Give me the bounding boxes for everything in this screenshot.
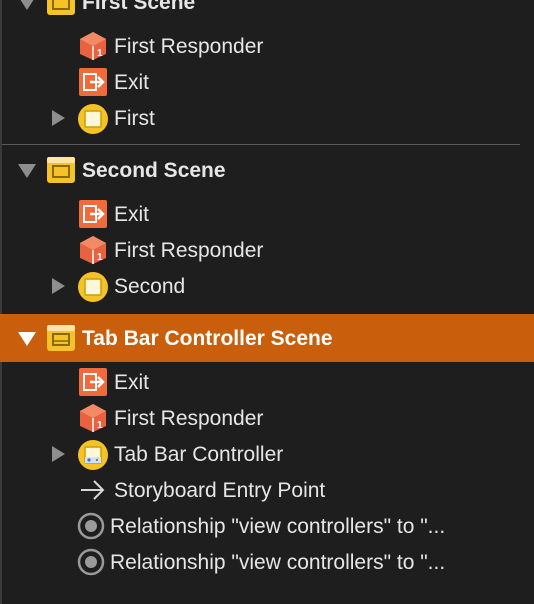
scene-row-second[interactable]: Second Scene — [0, 152, 534, 188]
view-controller-icon — [77, 271, 108, 302]
item-label: First Responder — [114, 238, 264, 262]
disclosure-collapsed-icon[interactable] — [52, 446, 65, 462]
outline-item-storyboard-entry-point[interactable]: Storyboard Entry Point — [0, 472, 534, 508]
outline-item-first-responder[interactable]: 1 First Responder — [0, 232, 534, 268]
svg-text:1: 1 — [97, 48, 103, 59]
disclosure-collapsed-icon[interactable] — [52, 110, 65, 126]
disclosure-expanded-icon[interactable] — [18, 332, 36, 346]
arrow-right-icon — [78, 475, 108, 505]
scene-title: First Scene — [82, 0, 196, 14]
outline-item-relationship-segue[interactable]: Relationship "view controllers" to "... — [0, 544, 534, 580]
outline-item-view-controller[interactable]: Second — [0, 268, 534, 304]
item-label: First Responder — [114, 34, 264, 58]
item-label: Storyboard Entry Point — [114, 478, 326, 502]
outline-item-relationship-segue[interactable]: Relationship "view controllers" to "... — [0, 508, 534, 544]
exit-icon — [78, 67, 108, 97]
document-outline: First Scene 1 First Responder Exit First… — [0, 0, 534, 604]
disclosure-expanded-icon[interactable] — [18, 0, 36, 10]
scene-title: Tab Bar Controller Scene — [82, 326, 333, 350]
first-responder-icon: 1 — [78, 31, 108, 61]
disclosure-collapsed-icon[interactable] — [52, 278, 65, 294]
first-responder-icon: 1 — [78, 403, 108, 433]
item-label: Second — [114, 274, 186, 298]
item-label: Exit — [114, 70, 150, 94]
outline-item-first-responder[interactable]: 1 First Responder — [0, 28, 534, 64]
scene-icon — [46, 323, 76, 353]
outline-item-exit[interactable]: Exit — [0, 196, 534, 232]
item-label: Tab Bar Controller — [114, 442, 284, 466]
scene-icon — [46, 155, 76, 185]
scene-row-first[interactable]: First Scene — [0, 0, 534, 20]
tab-bar-controller-icon — [77, 439, 108, 470]
disclosure-expanded-icon[interactable] — [18, 164, 36, 178]
scene-title: Second Scene — [82, 158, 226, 182]
svg-text:1: 1 — [97, 420, 103, 431]
item-label: Relationship "view controllers" to "... — [110, 550, 446, 574]
outline-item-first-responder[interactable]: 1 First Responder — [0, 400, 534, 436]
outline-item-exit[interactable]: Exit — [0, 364, 534, 400]
scene-icon — [46, 0, 76, 17]
outline-item-tab-bar-controller[interactable]: Tab Bar Controller — [0, 436, 534, 472]
item-label: Relationship "view controllers" to "... — [110, 514, 446, 538]
scene-row-tab-bar-controller[interactable]: Tab Bar Controller Scene — [0, 314, 534, 362]
svg-text:1: 1 — [97, 252, 103, 263]
outline-item-exit[interactable]: Exit — [0, 64, 534, 100]
item-label: First — [114, 106, 155, 130]
item-label: First Responder — [114, 406, 264, 430]
segue-icon — [76, 547, 106, 577]
outline-item-view-controller[interactable]: First — [0, 100, 534, 136]
segue-icon — [76, 511, 106, 541]
exit-icon — [78, 367, 108, 397]
exit-icon — [78, 199, 108, 229]
first-responder-icon: 1 — [78, 235, 108, 265]
item-label: Exit — [114, 202, 150, 226]
scene-separator — [2, 144, 520, 145]
item-label: Exit — [114, 370, 150, 394]
view-controller-icon — [77, 103, 108, 134]
